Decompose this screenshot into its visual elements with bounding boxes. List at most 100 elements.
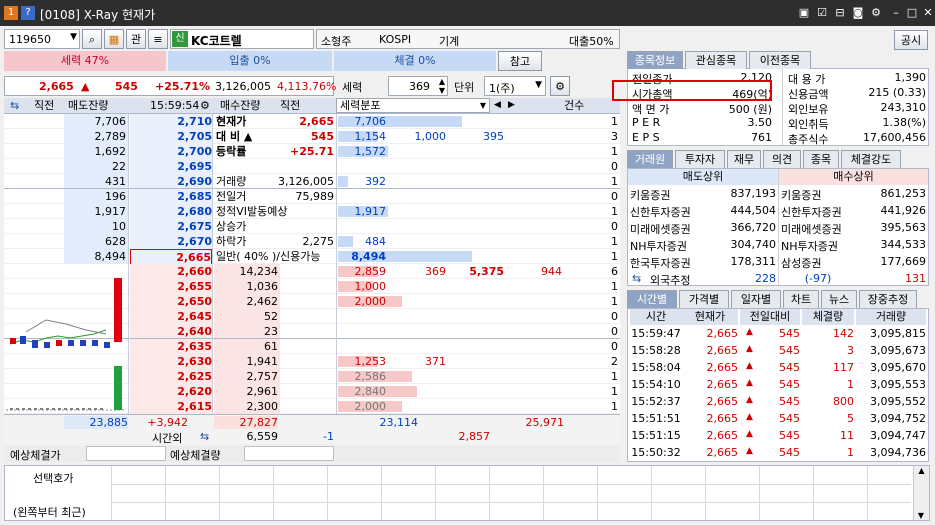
- bid-price[interactable]: 2,635: [130, 339, 212, 354]
- expected-qty-field: [244, 446, 334, 461]
- bid-price[interactable]: 2,630: [130, 354, 212, 369]
- camera-icon[interactable]: ◙: [850, 5, 866, 21]
- close-icon[interactable]: ✕: [920, 5, 935, 21]
- calendar-button[interactable]: ▦: [104, 29, 124, 49]
- arrows-icon[interactable]: ⇆: [632, 272, 641, 285]
- bid-price[interactable]: 2,660: [130, 264, 212, 279]
- tick-row[interactable]: 15:51:51 2,665 ▲ 545 5 3,094,752: [628, 412, 928, 429]
- spin-icon[interactable]: ▲ ▼: [439, 77, 445, 95]
- ask-row[interactable]: 7,706 2,710 현재가 2,665 7,706 1: [4, 114, 620, 129]
- layout-icon[interactable]: ▣: [796, 5, 812, 21]
- ask-row[interactable]: 1,917 2,680 정적VI발동예상 1,917 1: [4, 204, 620, 219]
- time-tab-2[interactable]: 일자별: [731, 290, 781, 308]
- tick-row[interactable]: 15:58:04 2,665 ▲ 545 117 3,095,670: [628, 361, 928, 378]
- broker-tab-0[interactable]: 거래원: [627, 150, 673, 168]
- ask-price[interactable]: 2,685: [130, 189, 212, 204]
- gwan-button[interactable]: 관: [126, 29, 146, 49]
- ask-price[interactable]: 2,680: [130, 204, 212, 219]
- broker-tab-5[interactable]: 체결강도: [841, 150, 901, 168]
- bid-price[interactable]: 2,615: [130, 399, 212, 414]
- ask-price[interactable]: 2,675: [130, 219, 212, 234]
- chevron-down-icon[interactable]: ▼: [535, 80, 542, 90]
- bid-price[interactable]: 2,655: [130, 279, 212, 294]
- bid-price[interactable]: 2,650: [130, 294, 212, 309]
- reference-button[interactable]: 참고: [498, 51, 542, 71]
- help-icon[interactable]: ?: [21, 6, 35, 20]
- minimize-icon[interactable]: –: [888, 5, 904, 21]
- scroll-up-icon[interactable]: ▲: [914, 466, 929, 475]
- info-tab-2[interactable]: 이전종목: [749, 51, 811, 69]
- disclosure-button[interactable]: 공시: [894, 30, 928, 50]
- arrows-icon[interactable]: ⇆: [10, 98, 19, 113]
- check-icon[interactable]: ☑: [814, 5, 830, 21]
- tick-row[interactable]: 15:54:10 2,665 ▲ 545 1 3,095,553: [628, 378, 928, 395]
- broker-tab-3[interactable]: 의견: [763, 150, 801, 168]
- pin-icon[interactable]: ⊟: [832, 5, 848, 21]
- ask-price[interactable]: 2,695: [130, 159, 212, 174]
- time-tab-4[interactable]: 뉴스: [821, 290, 857, 308]
- ask-row[interactable]: 431 2,690 거래량 3,126,005 392 1: [4, 174, 620, 189]
- ask-row[interactable]: 8,494 2,665 일반( 40% )/신용가능 8,494 1: [4, 249, 620, 266]
- ask-row[interactable]: 628 2,670 하락가 2,275 484 1: [4, 234, 620, 249]
- next-arrow-icon[interactable]: ▶: [508, 98, 515, 113]
- buy-broker[interactable]: 신한투자증권: [781, 204, 842, 220]
- ask-price[interactable]: 2,700: [130, 144, 212, 159]
- tick-row[interactable]: 15:52:37 2,665 ▲ 545 800 3,095,552: [628, 395, 928, 412]
- ask-row[interactable]: 1,692 2,700 등락률 +25.71 1,572 1: [4, 144, 620, 159]
- force-count-input[interactable]: 369 ▲ ▼: [388, 76, 448, 96]
- bid-price[interactable]: 2,620: [130, 384, 212, 399]
- bid-price[interactable]: 2,645: [130, 309, 212, 324]
- ask-row[interactable]: 196 2,685 전일거 75,989 0: [4, 189, 620, 204]
- arrows-icon[interactable]: ⇆: [200, 430, 209, 443]
- bid-price[interactable]: 2,640: [130, 324, 212, 339]
- broker-tab-1[interactable]: 투자자: [675, 150, 725, 168]
- sell-broker[interactable]: NH투자증권: [630, 238, 687, 254]
- tick-row[interactable]: 15:59:47 2,665 ▲ 545 142 3,095,815: [628, 327, 928, 344]
- ask-price[interactable]: 2,705: [130, 129, 212, 144]
- gear-icon[interactable]: ⚙: [200, 98, 210, 113]
- config-button[interactable]: ⚙: [550, 76, 570, 96]
- time-tab-5[interactable]: 장중추정: [859, 290, 917, 308]
- broker-tab-2[interactable]: 재무: [727, 150, 761, 168]
- stack-button[interactable]: ≡: [148, 29, 168, 49]
- ask-price[interactable]: 2,710: [130, 114, 212, 129]
- scroll-down-icon[interactable]: ▼: [914, 511, 928, 520]
- ask-price[interactable]: 2,670: [130, 234, 212, 249]
- bid-price[interactable]: 2,625: [130, 369, 212, 384]
- ask-row[interactable]: 10 2,675 상승가 0: [4, 219, 620, 234]
- window-number-icon[interactable]: 1: [4, 6, 18, 20]
- sell-broker[interactable]: 한국투자증권: [630, 255, 691, 271]
- chevron-down-icon[interactable]: ▼: [70, 32, 77, 42]
- info-value: 2,665: [299, 115, 334, 128]
- unit-select[interactable]: 1(주) ▼: [484, 76, 546, 96]
- info-tab-0[interactable]: 종목정보: [627, 51, 683, 69]
- info-tab-1[interactable]: 관심종목: [685, 51, 747, 69]
- tick-row[interactable]: 15:50:32 2,665 ▲ 545 1 3,094,736: [628, 446, 928, 463]
- settings-icon[interactable]: ⚙: [868, 5, 884, 21]
- ask-row[interactable]: 22 2,695 0: [4, 159, 620, 174]
- ask-price[interactable]: 2,690: [130, 174, 212, 189]
- broker-tab-4[interactable]: 종목: [803, 150, 839, 168]
- time-tab-0[interactable]: 시간별: [627, 290, 677, 308]
- time-tab-1[interactable]: 가격별: [679, 290, 729, 308]
- buy-broker[interactable]: 미래에셋증권: [781, 221, 842, 237]
- stock-code-input[interactable]: 119650 ▼: [4, 29, 80, 49]
- tick-row[interactable]: 15:58:28 2,665 ▲ 545 3 3,095,673: [628, 344, 928, 361]
- maximize-icon[interactable]: □: [904, 5, 920, 21]
- scrollbar[interactable]: ▲ ▼: [913, 466, 929, 520]
- sell-broker[interactable]: 키움증권: [630, 187, 670, 203]
- distribution-select[interactable]: 세력분포 ▼: [336, 98, 490, 113]
- sell-broker[interactable]: 미래에셋증권: [630, 221, 691, 237]
- buy-broker[interactable]: 키움증권: [781, 187, 821, 203]
- search-button[interactable]: ⌕: [82, 29, 102, 49]
- tick-time: 15:58:28: [631, 344, 681, 357]
- buy-broker[interactable]: NH투자증권: [781, 238, 838, 254]
- chevron-down-icon[interactable]: ▼: [480, 99, 486, 112]
- sell-broker[interactable]: 신한투자증권: [630, 204, 691, 220]
- ask-row[interactable]: 2,789 2,705 대 비 ▲ 545 1,154 1,000 395 3: [4, 129, 620, 144]
- foreign-diff: (-97): [804, 272, 832, 285]
- prev-arrow-icon[interactable]: ◀: [494, 98, 501, 113]
- time-tab-3[interactable]: 차트: [783, 290, 819, 308]
- tick-row[interactable]: 15:51:15 2,665 ▲ 545 11 3,094,747: [628, 429, 928, 446]
- buy-broker[interactable]: 삼성증권: [781, 255, 821, 271]
